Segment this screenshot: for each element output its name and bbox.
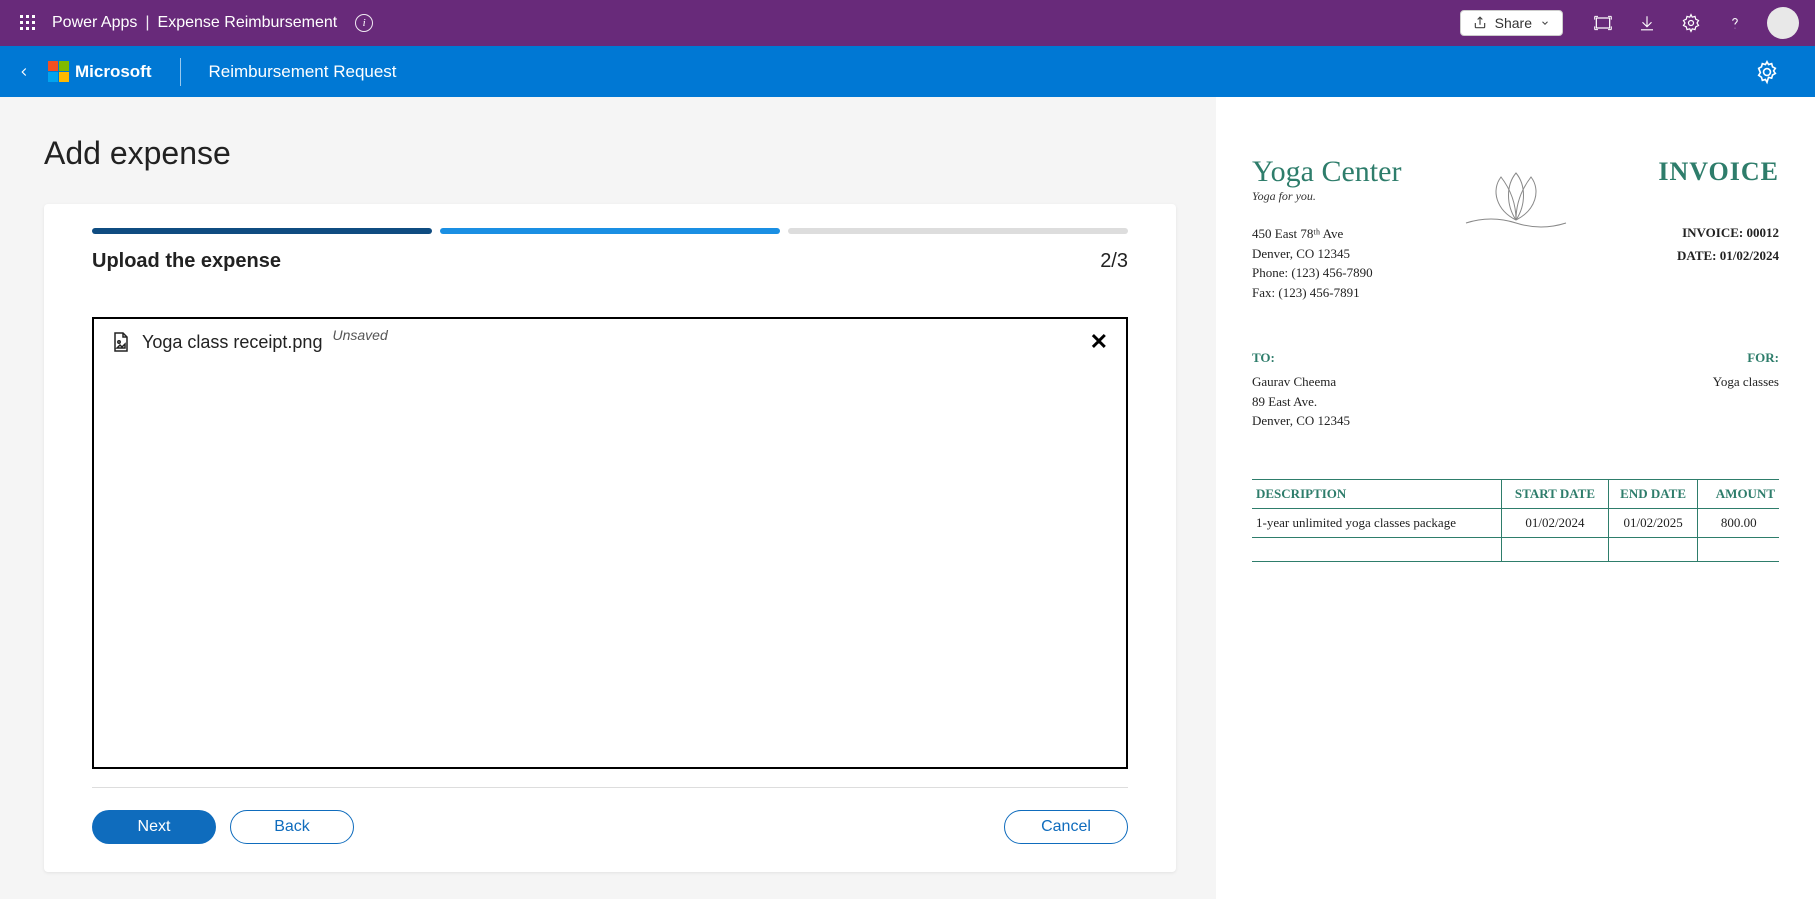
microsoft-logo: Microsoft bbox=[48, 61, 152, 82]
next-button[interactable]: Next bbox=[92, 810, 216, 844]
brand-left[interactable]: Power Apps bbox=[52, 14, 137, 32]
th-end-date: END DATE bbox=[1608, 479, 1698, 508]
table-row: 1-year unlimited yoga classes package 01… bbox=[1252, 508, 1779, 537]
invoice-line-items: DESCRIPTION START DATE END DATE AMOUNT 1… bbox=[1252, 479, 1779, 562]
app-launcher-icon[interactable] bbox=[10, 5, 46, 41]
invoice-brand: Yoga Center bbox=[1252, 157, 1446, 187]
progress-step-3 bbox=[788, 228, 1128, 234]
page-title: Add expense bbox=[44, 135, 1176, 172]
progress-step-1 bbox=[92, 228, 432, 234]
progress-bar bbox=[92, 228, 1128, 234]
main-panel: Add expense Upload the expense 2/3 Yoga … bbox=[0, 97, 1216, 899]
app-bar: Microsoft Reimbursement Request bbox=[0, 46, 1815, 97]
invoice-for-value: Yoga classes bbox=[1713, 372, 1779, 392]
back-button[interactable]: Back bbox=[230, 810, 354, 844]
th-start-date: START DATE bbox=[1502, 479, 1609, 508]
th-amount: AMOUNT bbox=[1698, 479, 1779, 508]
share-button[interactable]: Share bbox=[1460, 10, 1563, 36]
invoice-number: INVOICE: 00012 bbox=[1586, 221, 1780, 244]
app-settings-icon[interactable] bbox=[1743, 48, 1791, 96]
uploaded-file-row: Yoga class receipt.png Unsaved ✕ bbox=[108, 329, 1112, 355]
appbar-divider bbox=[180, 58, 181, 86]
fit-to-screen-icon[interactable] bbox=[1583, 3, 1623, 43]
step-count: 2/3 bbox=[1100, 250, 1128, 273]
invoice-tagline: Yoga for you. bbox=[1252, 189, 1446, 204]
header-title: Power Apps | Expense Reimbursement bbox=[52, 14, 337, 32]
invoice-to-name: Gaurav Cheema bbox=[1252, 372, 1713, 392]
th-description: DESCRIPTION bbox=[1252, 479, 1502, 508]
card-divider bbox=[92, 787, 1128, 788]
table-row-empty bbox=[1252, 537, 1779, 561]
invoice-for-label: FOR: bbox=[1713, 350, 1779, 366]
step-title: Upload the expense bbox=[92, 250, 281, 273]
settings-icon[interactable] bbox=[1671, 3, 1711, 43]
upload-dropzone[interactable]: Yoga class receipt.png Unsaved ✕ bbox=[92, 317, 1128, 769]
brand-divider: | bbox=[145, 14, 149, 32]
uploaded-file-name: Yoga class receipt.png bbox=[142, 332, 322, 353]
wizard-card: Upload the expense 2/3 Yoga class receip… bbox=[44, 204, 1176, 872]
cancel-button[interactable]: Cancel bbox=[1004, 810, 1128, 844]
invoice-address: 450 East 78ᵗʰ Ave Denver, CO 12345 Phone… bbox=[1252, 224, 1446, 302]
progress-step-2 bbox=[440, 228, 780, 234]
user-avatar[interactable] bbox=[1767, 7, 1799, 39]
help-icon[interactable] bbox=[1715, 3, 1755, 43]
invoice-title: INVOICE bbox=[1586, 157, 1780, 187]
file-image-icon bbox=[108, 330, 132, 354]
microsoft-label: Microsoft bbox=[75, 62, 152, 82]
back-icon[interactable] bbox=[6, 54, 42, 90]
share-label: Share bbox=[1495, 15, 1532, 31]
lotus-icon bbox=[1456, 165, 1576, 235]
brand-right: Expense Reimbursement bbox=[158, 14, 338, 32]
power-apps-header: Power Apps | Expense Reimbursement i Sha… bbox=[0, 0, 1815, 46]
invoice-to-label: TO: bbox=[1252, 350, 1713, 366]
info-icon[interactable]: i bbox=[355, 14, 373, 32]
invoice-date: DATE: 01/02/2024 bbox=[1586, 244, 1780, 267]
download-icon[interactable] bbox=[1627, 3, 1667, 43]
microsoft-logo-icon bbox=[48, 61, 69, 82]
appbar-page-name: Reimbursement Request bbox=[209, 62, 397, 82]
remove-file-icon[interactable]: ✕ bbox=[1086, 329, 1112, 355]
unsaved-badge: Unsaved bbox=[332, 327, 387, 343]
invoice-preview: Yoga Center Yoga for you. 450 East 78ᵗʰ … bbox=[1216, 97, 1815, 899]
